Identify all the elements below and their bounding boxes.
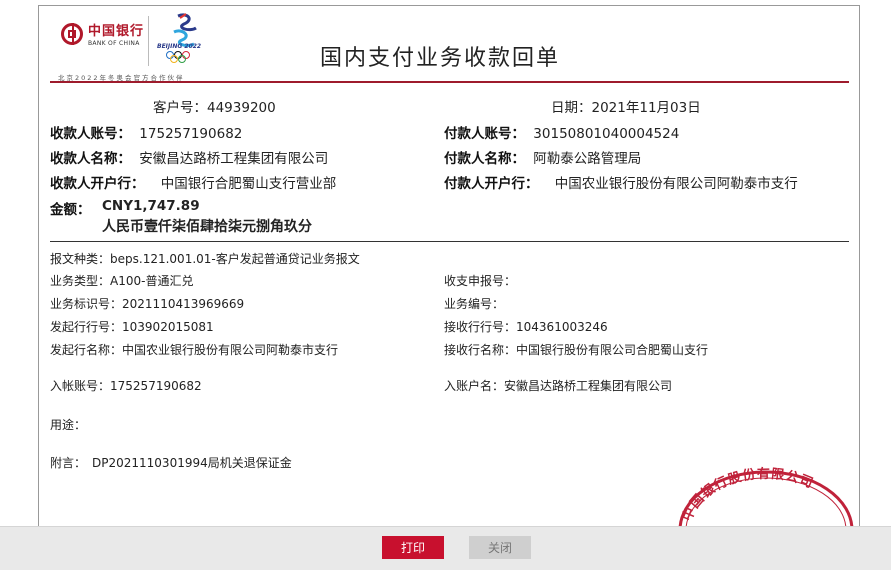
payee-account: 收款人账号： 175257190682 [50, 126, 243, 142]
logo-divider [148, 16, 149, 66]
recv-bank-no: 接收行行号：104361003246 [444, 320, 608, 334]
olympic-text: BEIJING 2022 [157, 43, 202, 50]
send-bank-name: 发起行名称：中国农业银行股份有限公司阿勒泰市支行 [50, 343, 339, 357]
customer-no: 客户号：44939200 [153, 100, 276, 116]
payer-bank: 付款人开户行： 中国农业银行股份有限公司阿勒泰市支行 [444, 176, 798, 192]
bank-name-en: BANK OF CHINA [88, 40, 140, 47]
close-button[interactable]: 关闭 [469, 536, 531, 559]
print-button[interactable]: 打印 [382, 536, 444, 559]
amount-value: CNY1,747.89 [102, 198, 200, 214]
bank-of-china-icon [61, 22, 83, 45]
payer-name: 付款人名称： 阿勒泰公路管理局 [444, 151, 642, 167]
business-id: 业务标识号：2021110413969669 [50, 297, 245, 311]
in-account: 入帐账号：175257190682 [50, 379, 202, 393]
bank-seal-stamp: 中国银行股份有限公司 [678, 466, 854, 526]
business-type: 业务类型：A100-普通汇兑 [50, 274, 194, 288]
section-divider [50, 241, 849, 242]
payer-account: 付款人账号： 30150801040004524 [444, 126, 680, 142]
in-account-name: 入账户名：安徽昌达路桥工程集团有限公司 [444, 379, 673, 393]
svg-text:中国银行股份有限公司: 中国银行股份有限公司 [679, 466, 816, 523]
payee-name: 收款人名称： 安徽昌达路桥工程集团有限公司 [50, 151, 329, 167]
send-bank-no: 发起行行号：103902015081 [50, 320, 214, 334]
purpose: 用途： [50, 418, 87, 432]
declare-no: 收支申报号： [444, 274, 517, 288]
page-title: 国内支付业务收款回单 [320, 46, 561, 71]
message-type: 报文种类：beps.121.001.01-客户发起普通贷记业务报文 [50, 252, 360, 266]
bank-logo: 中国银行 BANK OF CHINA [61, 20, 144, 47]
recv-bank-name: 接收行名称：中国银行股份有限公司合肥蜀山支行 [444, 343, 709, 357]
business-no: 业务编号： [444, 297, 505, 311]
amount-label: 金额： [50, 202, 91, 218]
amount-words: 人民币壹仟柒佰肆拾柒元捌角玖分 [102, 219, 312, 235]
bank-name-cn: 中国银行 [88, 24, 145, 39]
receipt-date: 日期：2021年11月03日 [551, 100, 701, 116]
olympic-rings-icon [166, 51, 190, 63]
payee-bank: 收款人开户行： 中国银行合肥蜀山支行营业部 [50, 176, 337, 192]
bottom-toolbar: 打印 关闭 [0, 526, 891, 570]
remark: 附言： DP2021110301994局机关退保证金 [50, 456, 292, 470]
header-rule [50, 81, 849, 83]
